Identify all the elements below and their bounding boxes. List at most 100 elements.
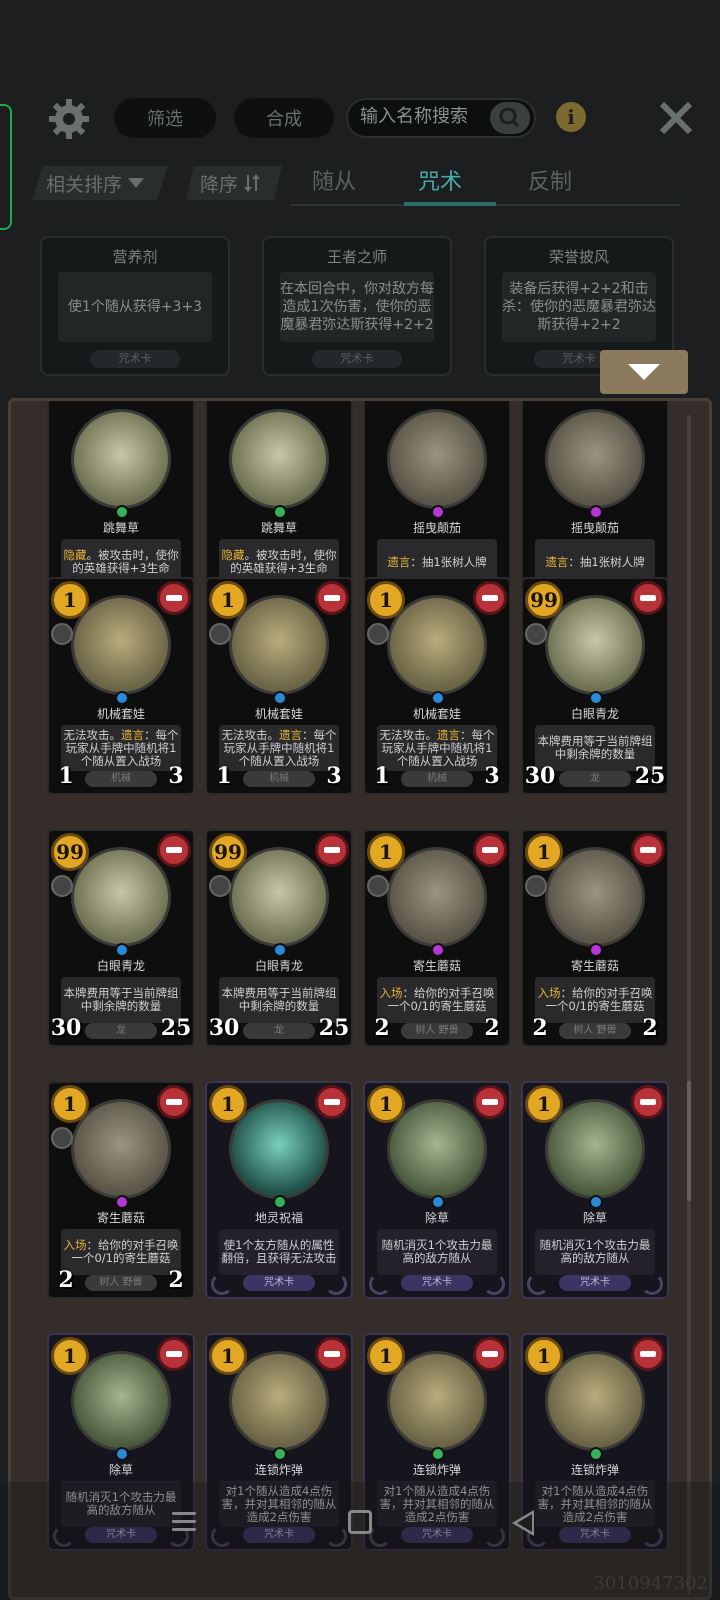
tribe-icon (525, 875, 547, 897)
tribe-icon (51, 875, 73, 897)
card-type-tag: 机械 (243, 771, 315, 787)
remove-button[interactable] (631, 1337, 665, 1371)
close-icon[interactable] (656, 98, 696, 138)
card-desc-text: ：给你的对手召唤一个0/1的寄生蘑菇 (387, 986, 495, 1013)
card-name: 白眼青龙 (96, 959, 145, 973)
search-button[interactable] (490, 102, 530, 134)
card-type-tag: 咒术卡 (559, 1275, 631, 1291)
card-name: 白眼青龙 (570, 707, 619, 721)
tab-counters[interactable]: 反制 (528, 164, 572, 196)
filter-button[interactable]: 筛选 (114, 98, 216, 138)
cost-badge: 1 (367, 1085, 405, 1123)
attack-value: 1 (49, 763, 83, 789)
rarity-gem-icon (431, 691, 445, 705)
search-input[interactable] (360, 106, 490, 127)
deck-card[interactable]: 王者之师 在本回合中，你对敌方每造成1次伤害，使你的恶魔暴君弥达斯获得+2+2 … (262, 236, 452, 376)
keyword-label: 入场 (537, 986, 561, 1000)
card-name: 寄生蘑菇 (412, 959, 461, 973)
tribe-icon (51, 623, 73, 645)
card-desc-prefix: 无法攻击。 (221, 727, 280, 742)
rarity-gem-icon (273, 1195, 287, 1209)
cost-badge: 99 (51, 833, 89, 871)
card-name: 连锁炸弹 (570, 1463, 619, 1477)
card-desc-text: 随机消灭1个攻击力最高的敌方随从 (381, 1238, 493, 1265)
remove-button[interactable] (157, 581, 191, 615)
remove-button[interactable] (315, 833, 349, 867)
remove-button[interactable] (473, 833, 507, 867)
gear-icon[interactable] (48, 98, 90, 140)
tribe-icon (209, 623, 231, 645)
card[interactable]: 1 机械套娃 无法攻击。遗言：每个玩家从手牌中随机将1个随从置入战场 1 3 机械 (205, 577, 353, 795)
card[interactable]: 1 除草 随机消灭1个攻击力最高的敌方随从 咒术卡 (521, 1081, 669, 1299)
card-desc-prefix: 无法攻击。 (63, 727, 122, 742)
order-button[interactable]: 降序 (186, 166, 282, 200)
keyword-label: 入场 (379, 986, 403, 1000)
deck-card[interactable]: 营养剂 使1个随从获得+3+3 咒术卡 (40, 236, 230, 376)
card[interactable]: 1 机械套娃 无法攻击。遗言：每个玩家从手牌中随机将1个随从置入战场 1 3 机械 (47, 577, 195, 795)
remove-button[interactable] (631, 833, 665, 867)
scrollbar-track[interactable] (687, 415, 691, 1595)
card[interactable]: 99 白眼青龙 本牌费用等于当前牌组中剩余牌的数量 30 25 龙 (47, 829, 195, 1047)
rarity-gem-icon (431, 1195, 445, 1209)
attack-value: 1 (365, 763, 399, 789)
remove-button[interactable] (473, 581, 507, 615)
cost-badge: 99 (209, 833, 247, 871)
health-value: 25 (160, 1015, 192, 1041)
home-icon[interactable] (348, 1510, 372, 1534)
card-type-tag: 机械 (401, 771, 473, 787)
card-desc-text: ：给你的对手召唤一个0/1的寄生蘑菇 (71, 1238, 179, 1265)
rarity-gem-icon (589, 691, 603, 705)
card-name: 跳舞草 (102, 521, 139, 535)
deck-card-type: 咒术卡 (312, 350, 402, 368)
keyword-label: 遗言 (121, 727, 144, 742)
rarity-gem-icon (431, 505, 445, 519)
card[interactable]: 1 寄生蘑菇 入场：给你的对手召唤一个0/1的寄生蘑菇 2 2 树人 野兽 (363, 829, 511, 1047)
card-desc-text: 本牌费用等于当前牌组中剩余牌的数量 (537, 734, 653, 761)
remove-button[interactable] (631, 1085, 665, 1119)
remove-button[interactable] (473, 1337, 507, 1371)
info-icon[interactable]: i (556, 102, 586, 132)
card[interactable]: 1 寄生蘑菇 入场：给你的对手召唤一个0/1的寄生蘑菇 2 2 树人 野兽 (47, 1081, 195, 1299)
deck-card-name: 营养剂 (112, 248, 158, 266)
tab-spells[interactable]: 咒术 (418, 164, 462, 196)
scrollbar-thumb[interactable] (687, 1081, 691, 1201)
card-desc-text: 本牌费用等于当前牌组中剩余牌的数量 (221, 986, 337, 1013)
deck-card-desc: 在本回合中，你对敌方每造成1次伤害，使你的恶魔暴君弥达斯获得+2+2 (280, 272, 434, 342)
card-desc-text: 。被攻击时，使你的英雄获得+3生命 (230, 548, 337, 575)
card-type-tag: 机械 (85, 771, 157, 787)
attack-value: 30 (524, 763, 556, 789)
cost-badge: 1 (51, 581, 89, 619)
card-name: 机械套娃 (96, 707, 145, 721)
card[interactable]: 99 白眼青龙 本牌费用等于当前牌组中剩余牌的数量 30 25 龙 (521, 577, 669, 795)
collapse-panel-button[interactable] (600, 350, 688, 394)
card[interactable]: 1 除草 随机消灭1个攻击力最高的敌方随从 咒术卡 (363, 1081, 511, 1299)
back-icon[interactable] (512, 1510, 534, 1536)
remove-button[interactable] (315, 581, 349, 615)
card-name: 地灵祝福 (254, 1211, 303, 1225)
remove-button[interactable] (315, 1337, 349, 1371)
rarity-gem-icon (115, 1195, 129, 1209)
card-name: 除草 (582, 1211, 607, 1225)
keyword-label: 遗言 (387, 554, 411, 569)
tab-minions[interactable]: 随从 (312, 164, 356, 196)
remove-button[interactable] (315, 1085, 349, 1119)
remove-button[interactable] (157, 833, 191, 867)
health-value: 3 (159, 763, 193, 789)
card-type-tag: 树人 野兽 (401, 1023, 473, 1039)
card-name: 跳舞草 (260, 521, 297, 535)
card[interactable]: 99 白眼青龙 本牌费用等于当前牌组中剩余牌的数量 30 25 龙 (205, 829, 353, 1047)
card[interactable]: 1 寄生蘑菇 入场：给你的对手召唤一个0/1的寄生蘑菇 2 2 树人 野兽 (521, 829, 669, 1047)
card[interactable]: 1 地灵祝福 使1个友方随从的属性翻倍，且获得无法攻击 咒术卡 (205, 1081, 353, 1299)
chevron-down-icon (128, 178, 145, 188)
remove-button[interactable] (157, 1085, 191, 1119)
card[interactable]: 1 机械套娃 无法攻击。遗言：每个玩家从手牌中随机将1个随从置入战场 1 3 机械 (363, 577, 511, 795)
card-desc-text: ：抽1张树人牌 (568, 554, 645, 569)
sort-dropdown[interactable]: 相关排序 (32, 166, 168, 200)
remove-button[interactable] (473, 1085, 507, 1119)
remove-button[interactable] (631, 581, 665, 615)
remove-button[interactable] (157, 1337, 191, 1371)
compose-button[interactable]: 合成 (234, 98, 334, 138)
deck-card-name: 王者之师 (326, 248, 387, 266)
card-desc-text: ：抽1张树人牌 (410, 554, 487, 569)
menu-icon[interactable] (172, 1512, 196, 1532)
